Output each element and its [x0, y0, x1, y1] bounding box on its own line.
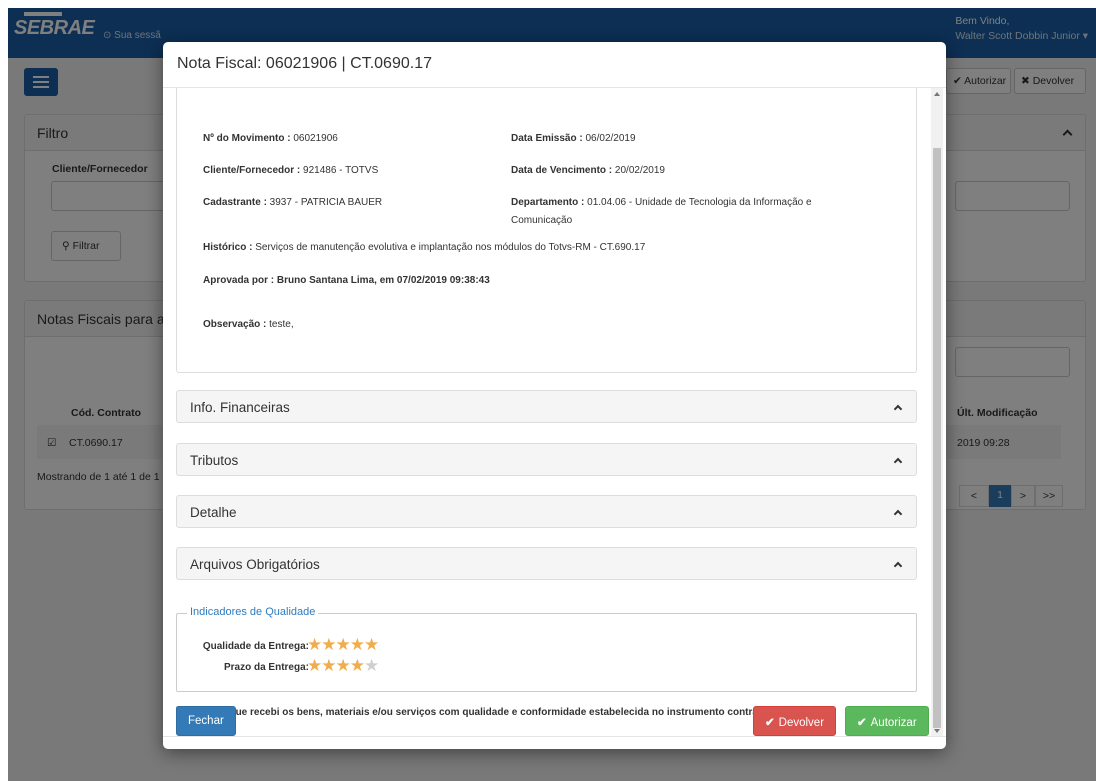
- devolver-button[interactable]: ✔ Devolver: [753, 706, 837, 736]
- field-cliente: Cliente/Fornecedor : 921486 - TOTVS: [203, 165, 379, 176]
- modal-header: Nota Fiscal: 06021906 | CT.0690.17: [163, 42, 946, 88]
- modal-scrollbar[interactable]: [931, 88, 943, 736]
- field-vencimento: Data de Vencimento : 20/02/2019: [511, 165, 665, 176]
- declaration-row[interactable]: Declaro que recebi os bens, materiais e/…: [176, 706, 779, 718]
- star-icon[interactable]: ★: [307, 656, 322, 675]
- star-icon[interactable]: ★: [336, 656, 351, 675]
- section-info-financeiras[interactable]: Info. Financeiras: [176, 390, 917, 423]
- section-label: Tributos: [190, 453, 239, 468]
- field-aprovada: Aprovada por : Bruno Santana Lima, em 07…: [203, 275, 490, 286]
- star-icon[interactable]: ★: [321, 635, 336, 654]
- chevron-up-icon: [893, 457, 903, 467]
- scroll-thumb[interactable]: [933, 148, 941, 728]
- section-label: Arquivos Obrigatórios: [190, 557, 320, 572]
- quality-indicators: Indicadores de Qualidade Qualidade da En…: [176, 606, 917, 692]
- modal-title: Nota Fiscal: 06021906 | CT.0690.17: [177, 55, 432, 72]
- field-cadastrante: Cadastrante : 3937 - PATRICIA BAUER: [203, 197, 383, 208]
- star-icon[interactable]: ★: [364, 635, 379, 654]
- field-historico: Histórico : Serviços de manutenção evolu…: [203, 242, 646, 253]
- scroll-down-icon[interactable]: [934, 729, 940, 733]
- chevron-up-icon: [893, 561, 903, 571]
- chevron-up-icon: [893, 404, 903, 414]
- qualidade-entrega-label: Qualidade da Entrega:: [202, 641, 309, 652]
- check-icon: ✔: [765, 717, 775, 729]
- star-icon[interactable]: ★: [336, 635, 351, 654]
- check-icon: ✔: [857, 717, 867, 729]
- quality-legend: Indicadores de Qualidade: [187, 606, 319, 618]
- fechar-label: Fechar: [188, 715, 224, 727]
- field-departamento: Departamento : 01.04.06 - Unidade de Tec…: [511, 197, 812, 226]
- star-icon[interactable]: ★: [307, 635, 322, 654]
- section-arquivos-obrigatorios[interactable]: Arquivos Obrigatórios: [176, 547, 917, 580]
- field-movimento: Nº do Movimento : 06021906: [203, 133, 338, 144]
- prazo-entrega-rating[interactable]: ★★★★★: [307, 656, 379, 675]
- declaration-text: Declaro que recebi os bens, materiais e/…: [190, 707, 779, 718]
- chevron-up-icon: [893, 509, 903, 519]
- section-label: Info. Financeiras: [190, 400, 290, 415]
- star-icon[interactable]: ★: [364, 656, 379, 675]
- autorizar-button[interactable]: ✔ Autorizar: [845, 706, 929, 736]
- autorizar-label: Autorizar: [870, 717, 917, 729]
- field-emissao: Data Emissão : 06/02/2019: [511, 133, 636, 144]
- field-observacao: Observação : teste,: [203, 319, 294, 330]
- section-tributos[interactable]: Tributos: [176, 443, 917, 476]
- section-label: Detalhe: [190, 505, 237, 520]
- star-icon[interactable]: ★: [350, 656, 365, 675]
- section-detalhe[interactable]: Detalhe: [176, 495, 917, 528]
- prazo-entrega-label: Prazo da Entrega:: [223, 662, 309, 673]
- scroll-up-icon[interactable]: [934, 92, 940, 96]
- details-panel: Nº do Movimento : 06021906 Data Emissão …: [176, 88, 917, 373]
- fechar-button[interactable]: Fechar: [176, 706, 236, 736]
- devolver-label: Devolver: [778, 717, 825, 729]
- star-icon[interactable]: ★: [321, 656, 336, 675]
- modal-body: Nº do Movimento : 06021906 Data Emissão …: [163, 88, 946, 737]
- nota-fiscal-modal: Nota Fiscal: 06021906 | CT.0690.17 Nº do…: [163, 42, 946, 749]
- qualidade-entrega-rating[interactable]: ★★★★★: [307, 635, 379, 654]
- star-icon[interactable]: ★: [350, 635, 365, 654]
